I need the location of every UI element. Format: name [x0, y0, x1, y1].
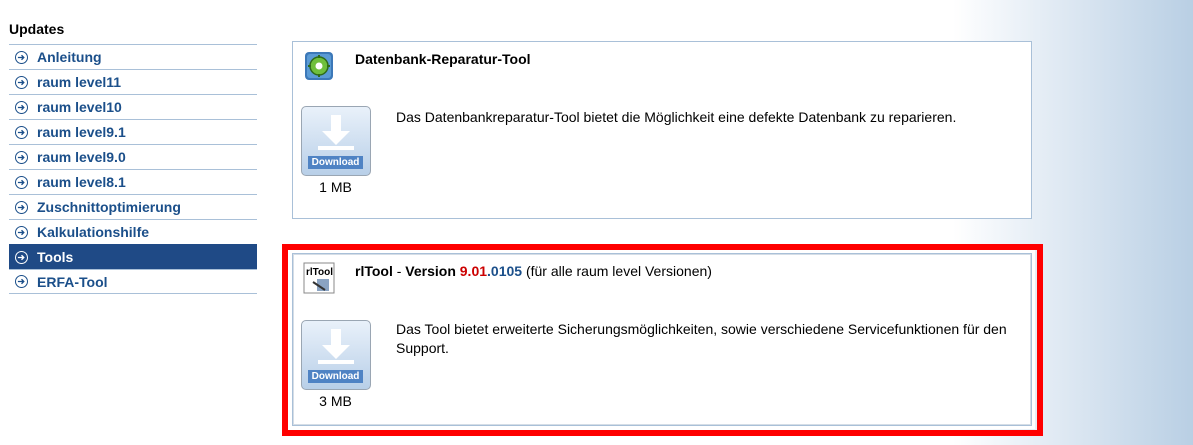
- download-label: Download: [307, 370, 364, 383]
- download-arrow-icon: [317, 115, 354, 150]
- sidebar-item-label: raum level11: [37, 74, 122, 90]
- arrow-right-circle-icon: [15, 250, 28, 264]
- sidebar-item-raum-level9-0[interactable]: raum level9.0: [9, 144, 257, 169]
- rltool-icon-text: rlTool: [306, 267, 333, 278]
- download-button[interactable]: Download: [300, 320, 371, 390]
- sidebar-item-raum-level10[interactable]: raum level10: [9, 94, 257, 119]
- card-title: Datenbank-Reparatur-Tool: [355, 51, 531, 67]
- arrow-right-circle-icon: [15, 100, 28, 114]
- card-header: Datenbank-Reparatur-Tool: [303, 50, 531, 82]
- tool-card-rltool: rlTool rlTool - Version 9.01.0105 (für a…: [292, 253, 1032, 426]
- download-button[interactable]: Download: [300, 106, 371, 176]
- sidebar-item-kalkulationshilfe[interactable]: Kalkulationshilfe: [9, 219, 257, 244]
- sidebar-item-label: Kalkulationshilfe: [37, 224, 150, 240]
- download-section: Download 1 MB: [299, 106, 372, 195]
- sidebar-nav: Anleitung raum level11 raum level10 raum…: [9, 44, 257, 294]
- arrow-right-circle-icon: [15, 125, 28, 139]
- file-size: 3 MB: [319, 393, 352, 409]
- sidebar-item-label: raum level10: [37, 99, 122, 115]
- sidebar-item-label: Zuschnittoptimierung: [37, 199, 181, 215]
- sidebar: Updates Anleitung raum level11 raum leve…: [9, 20, 257, 294]
- tool-card-datenbank-reparatur: Datenbank-Reparatur-Tool Download 1 MB D…: [292, 41, 1032, 219]
- arrow-right-circle-icon: [15, 200, 28, 214]
- version-major: 9.01: [459, 263, 488, 279]
- title-separator: -: [392, 263, 406, 279]
- sidebar-item-tools[interactable]: Tools: [9, 244, 257, 269]
- download-section: Download 3 MB: [299, 320, 372, 409]
- arrow-right-circle-icon: [15, 75, 28, 89]
- download-label: Download: [307, 156, 364, 169]
- version-prefix: Version: [405, 263, 460, 279]
- sidebar-item-anleitung[interactable]: Anleitung: [9, 44, 257, 69]
- arrow-right-circle-icon: [15, 175, 28, 189]
- sidebar-item-label: raum level8.1: [37, 174, 126, 190]
- card-description: Das Tool bietet erweiterte Sicherungsmög…: [396, 321, 1007, 356]
- sidebar-item-label: ERFA-Tool: [37, 273, 108, 290]
- arrow-right-circle-icon: [15, 275, 28, 288]
- sidebar-item-zuschnittoptimierung[interactable]: Zuschnittoptimierung: [9, 194, 257, 219]
- arrow-right-circle-icon: [15, 150, 28, 164]
- sidebar-item-label: raum level9.0: [37, 149, 126, 165]
- rltool-icon: rlTool: [303, 262, 335, 294]
- sidebar-title: Updates: [9, 21, 65, 37]
- card-description: Das Datenbankreparatur-Tool bietet die M…: [396, 109, 957, 125]
- sidebar-item-label: raum level9.1: [37, 124, 126, 140]
- version-build: 0105: [490, 263, 523, 279]
- card-header: rlTool rlTool - Version 9.01.0105 (für a…: [303, 262, 712, 294]
- sidebar-item-raum-level11[interactable]: raum level11: [9, 69, 257, 94]
- arrow-right-circle-icon: [15, 50, 28, 64]
- sidebar-item-raum-level9-1[interactable]: raum level9.1: [9, 119, 257, 144]
- card-title: rlTool - Version 9.01.0105 (für alle rau…: [355, 263, 712, 279]
- tool-name: rlTool: [355, 263, 393, 279]
- download-arrow-icon: [317, 329, 354, 364]
- file-size: 1 MB: [319, 179, 352, 195]
- arrow-right-circle-icon: [15, 225, 28, 239]
- version-note: (für alle raum level Versionen): [522, 263, 712, 279]
- database-repair-icon: [305, 52, 333, 80]
- sidebar-item-label: Tools: [37, 249, 74, 265]
- sidebar-item-raum-level8-1[interactable]: raum level8.1: [9, 169, 257, 194]
- sidebar-item-erfa-tool[interactable]: ERFA-Tool: [9, 269, 257, 294]
- sidebar-item-label: Anleitung: [37, 49, 102, 65]
